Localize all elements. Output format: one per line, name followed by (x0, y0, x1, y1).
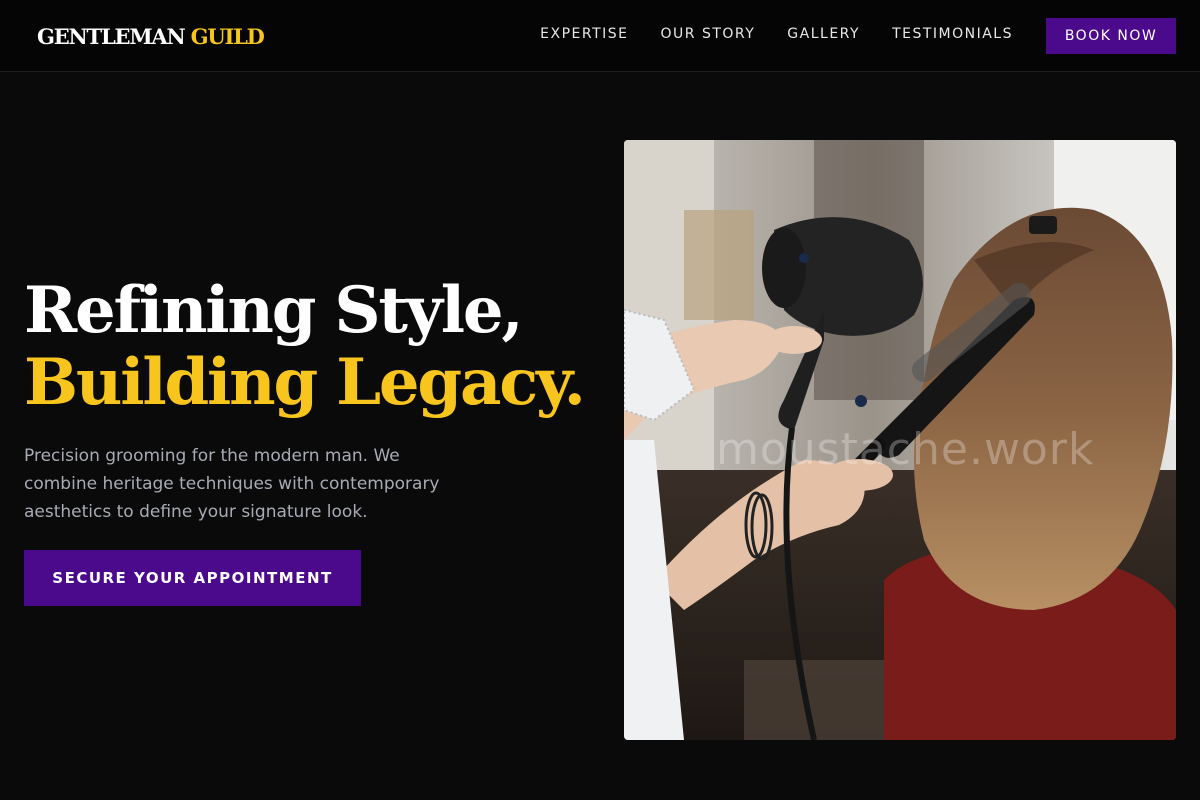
logo-main-text: GENTLEMAN (37, 24, 186, 49)
brand-logo[interactable]: GENTLEMAN GUILD (37, 21, 265, 53)
nav-link-testimonials[interactable]: TESTIMONIALS (892, 26, 1013, 42)
nav-link-our-story[interactable]: OUR STORY (661, 26, 756, 42)
hero-photo-illustration (624, 140, 1176, 740)
nav-link-gallery[interactable]: GALLERY (787, 26, 860, 42)
logo-accent-text: GUILD (190, 24, 265, 49)
navbar: GENTLEMAN GUILD EXPERTISE OUR STORY GALL… (0, 0, 1200, 72)
nav-link-expertise[interactable]: EXPERTISE (540, 26, 628, 42)
hero-title-line-1: Refining Style, (24, 273, 524, 348)
secure-appointment-button[interactable]: SECURE YOUR APPOINTMENT (24, 550, 361, 606)
nav-links: EXPERTISE OUR STORY GALLERY TESTIMONIALS (540, 24, 1013, 44)
hero-title-line-2: Building Legacy. (24, 345, 586, 420)
hero-title: Refining Style, Building Legacy. (24, 273, 586, 420)
book-now-button[interactable]: BOOK NOW (1046, 18, 1176, 54)
hero-image: moustache.work (624, 140, 1176, 740)
hero-description: Precision grooming for the modern man. W… (24, 446, 440, 522)
